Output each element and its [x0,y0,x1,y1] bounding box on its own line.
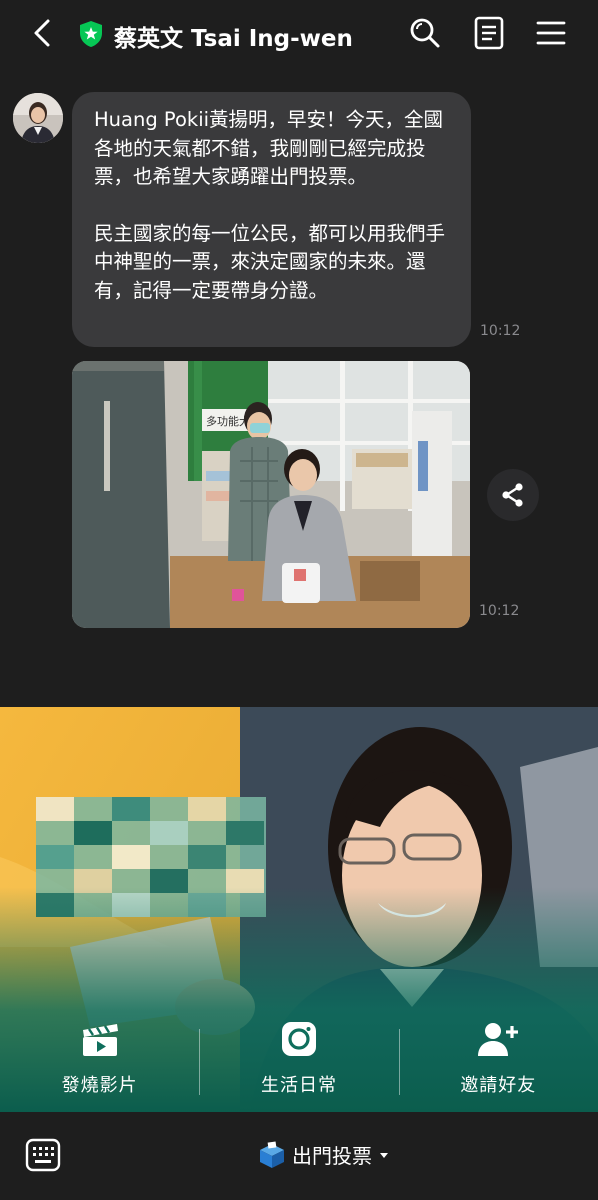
ballot-box-icon [260,1140,284,1168]
menu-button-label: 生活日常 [260,1075,337,1096]
chat-header: 蔡英文 Tsai Ing-wen [0,0,598,68]
menu-button-daily-life[interactable]: 生活日常 [199,1005,398,1112]
menu-button-invite-friends[interactable]: 邀請好友 [399,1005,598,1112]
clapperboard-icon [82,1024,118,1056]
message-photo[interactable]: 多功能大 [72,361,470,628]
chat-footer: 出門投票 [0,1112,598,1200]
keyboard-icon[interactable] [25,1138,61,1172]
message-paragraph-1: Huang Pokii黃揚明，早安！今天，全國各地的天氣都不錯，我剛剛已經完成投… [94,108,444,188]
add-friend-icon [478,1023,519,1056]
menu-button-label: 邀請好友 [460,1075,537,1096]
rich-menu: 發燒影片 生活日常 邀請好友 [0,707,598,1112]
camera-icon [281,1022,316,1056]
back-arrow-icon[interactable] [26,16,60,50]
notes-icon[interactable] [472,16,506,50]
classroom-sign: 多功能大 [206,414,250,428]
menu-button-hot-videos[interactable]: 發燒影片 [0,1005,199,1112]
message-paragraph-2: 民主國家的每一位公民，都可以用我們手中神聖的一票，來決定國家的未來。還有，記得一… [94,221,446,302]
share-icon [502,483,523,507]
menu-button-label: 發燒影片 [61,1075,138,1096]
sender-avatar[interactable] [13,93,63,143]
photo-timestamp: 10:12 [479,603,520,619]
menu-icon[interactable] [534,16,568,50]
rich-menu-label: 出門投票 [292,1144,372,1168]
caret-down-icon [380,1152,388,1158]
share-button[interactable] [487,469,539,521]
search-icon[interactable] [408,16,442,50]
official-account-badge-icon [80,21,102,47]
message-bubble[interactable]: Huang Pokii黃揚明，早安！今天，全國各地的天氣都不錯，我剛剛已經完成投… [72,92,471,347]
message-timestamp: 10:12 [480,323,521,339]
chat-title: 蔡英文 Tsai Ing-wen [114,26,353,52]
rich-menu-toggle[interactable]: 出門投票 [258,1140,390,1169]
